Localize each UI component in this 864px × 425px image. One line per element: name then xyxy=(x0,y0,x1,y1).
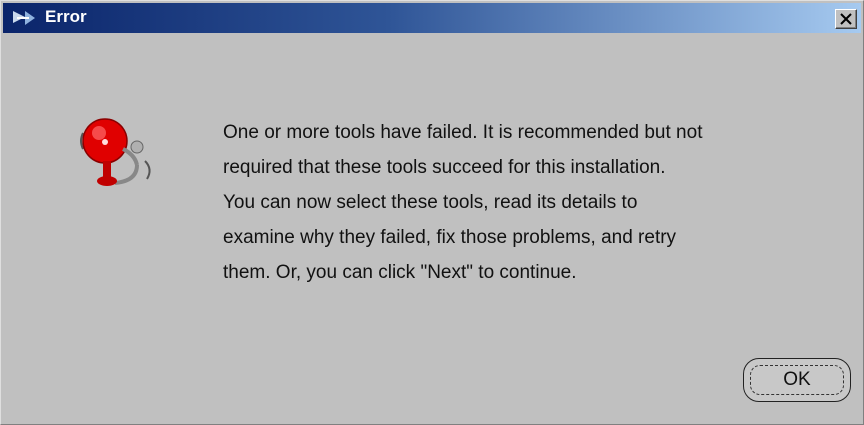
alarm-bell-icon xyxy=(75,111,161,197)
title-bar[interactable]: Error xyxy=(3,3,861,33)
ok-button-label: OK xyxy=(783,369,811,390)
error-dialog-window: Error One or more tools have failed. It … xyxy=(0,0,864,425)
ok-button[interactable]: OK xyxy=(743,358,851,402)
close-icon xyxy=(840,13,852,25)
window-title: Error xyxy=(45,7,87,26)
close-button[interactable] xyxy=(835,9,857,29)
error-message: One or more tools have failed. It is rec… xyxy=(223,122,703,283)
